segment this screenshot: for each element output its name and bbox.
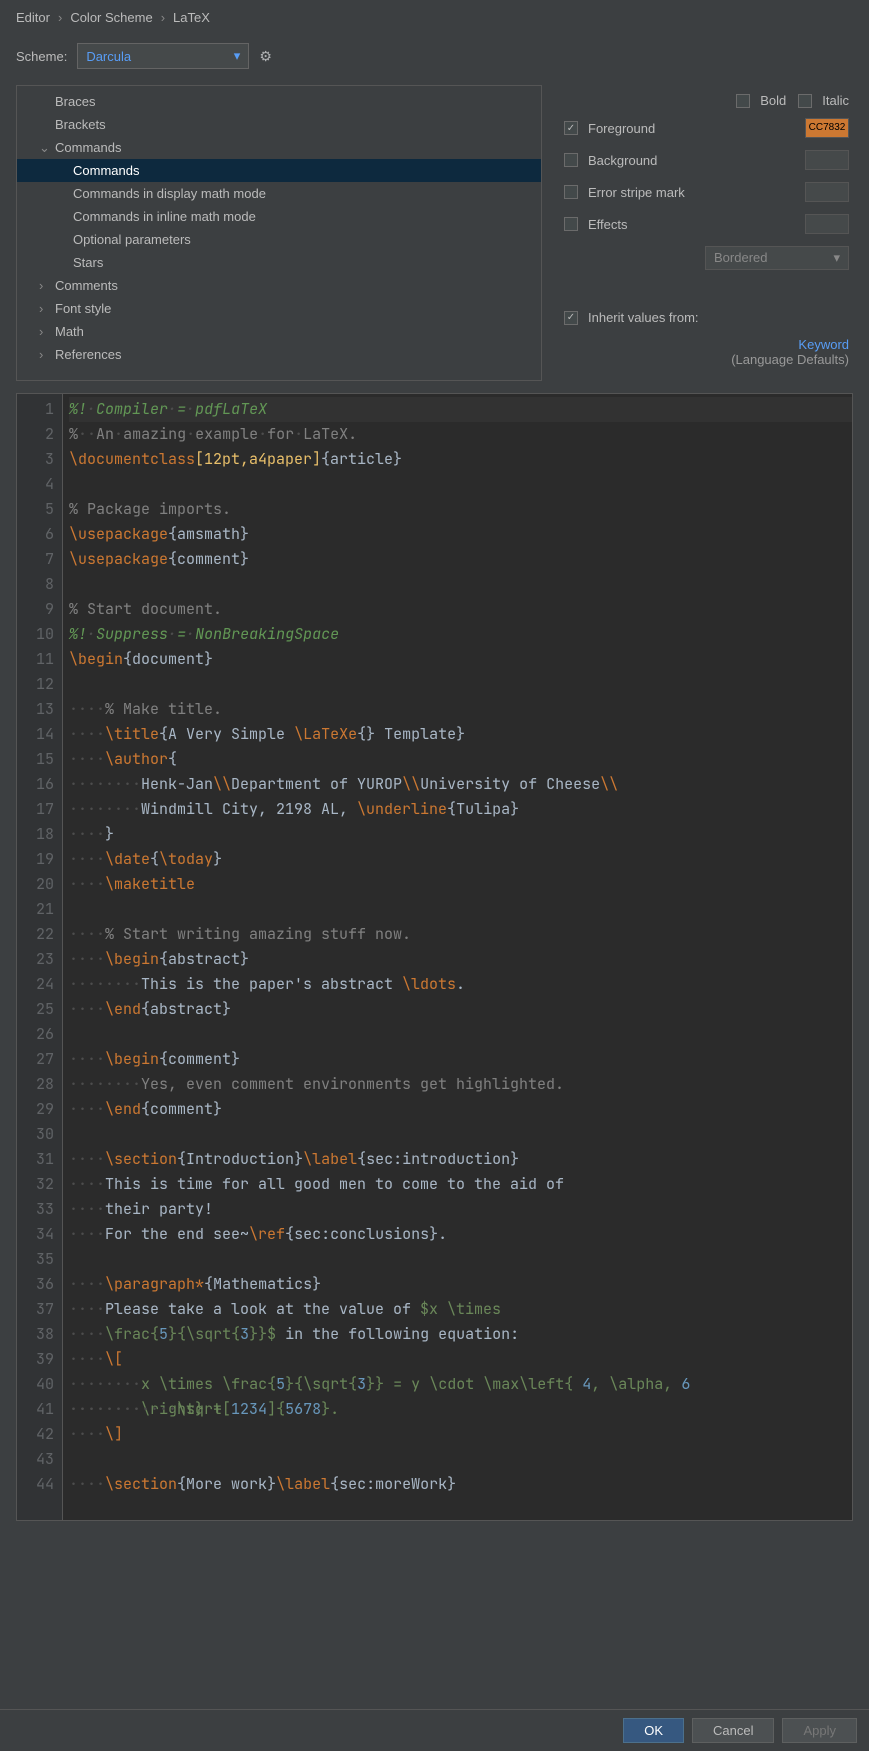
inherit-link[interactable]: Keyword	[564, 337, 849, 352]
italic-label: Italic	[822, 93, 849, 108]
bold-checkbox[interactable]	[736, 94, 750, 108]
dialog-footer: OK Cancel Apply	[0, 1709, 869, 1751]
tree-item-stars[interactable]: Stars	[17, 251, 541, 274]
apply-button[interactable]: Apply	[782, 1718, 857, 1743]
tree-item-commands[interactable]: Commands	[17, 136, 541, 159]
breadcrumb-item: LaTeX	[173, 10, 210, 25]
tree-item-comments[interactable]: Comments	[17, 274, 541, 297]
chevron-right-icon: ›	[58, 10, 62, 25]
background-swatch[interactable]	[805, 150, 849, 170]
tree-item-brackets[interactable]: Brackets	[17, 113, 541, 136]
inherit-sub: (Language Defaults)	[564, 352, 849, 367]
tree-item-optional-params[interactable]: Optional parameters	[17, 228, 541, 251]
foreground-swatch[interactable]: CC7832	[805, 118, 849, 138]
tree-item-commands-display[interactable]: Commands in display math mode	[17, 182, 541, 205]
effects-label: Effects	[588, 217, 795, 232]
code-preview[interactable]: 1234567891011121314151617181920212223242…	[16, 393, 853, 1521]
tree-item-references[interactable]: References	[17, 343, 541, 366]
effects-type-select[interactable]: Bordered ▾	[705, 246, 849, 270]
code-area[interactable]: %!·Compiler·=·pdfLaTeX%··An·amazing·exam…	[63, 394, 852, 1520]
gear-icon[interactable]: ⚙	[259, 48, 272, 65]
foreground-label: Foreground	[588, 121, 795, 136]
style-panel: Bold Italic Foreground CC7832 Background…	[542, 85, 853, 381]
scheme-value: Darcula	[86, 49, 131, 64]
tree-item-math[interactable]: Math	[17, 320, 541, 343]
ok-button[interactable]: OK	[623, 1718, 684, 1743]
effects-swatch[interactable]	[805, 214, 849, 234]
gutter: 1234567891011121314151617181920212223242…	[17, 394, 63, 1520]
background-label: Background	[588, 153, 795, 168]
foreground-checkbox[interactable]	[564, 121, 578, 135]
chevron-right-icon: ›	[161, 10, 165, 25]
scheme-select[interactable]: Darcula ▾	[77, 43, 249, 69]
cancel-button[interactable]: Cancel	[692, 1718, 774, 1743]
error-stripe-checkbox[interactable]	[564, 185, 578, 199]
chevron-down-icon: ▾	[234, 48, 241, 64]
breadcrumb-item[interactable]: Color Scheme	[70, 10, 152, 25]
background-checkbox[interactable]	[564, 153, 578, 167]
tree-item-braces[interactable]: Braces	[17, 90, 541, 113]
tree-item-commands-commands[interactable]: Commands	[17, 159, 541, 182]
settings-tree[interactable]: Braces Brackets Commands Commands Comman…	[16, 85, 542, 381]
scheme-row: Scheme: Darcula ▾ ⚙	[0, 35, 869, 85]
error-stripe-label: Error stripe mark	[588, 185, 795, 200]
scheme-label: Scheme:	[16, 49, 67, 64]
inherit-label: Inherit values from:	[588, 310, 849, 325]
error-stripe-swatch[interactable]	[805, 182, 849, 202]
effects-checkbox[interactable]	[564, 217, 578, 231]
bold-label: Bold	[760, 93, 786, 108]
tree-item-commands-inline[interactable]: Commands in inline math mode	[17, 205, 541, 228]
tree-item-font-style[interactable]: Font style	[17, 297, 541, 320]
breadcrumb: Editor › Color Scheme › LaTeX	[0, 0, 869, 35]
chevron-down-icon: ▾	[833, 250, 840, 266]
breadcrumb-item[interactable]: Editor	[16, 10, 50, 25]
inherit-checkbox[interactable]	[564, 311, 578, 325]
italic-checkbox[interactable]	[798, 94, 812, 108]
